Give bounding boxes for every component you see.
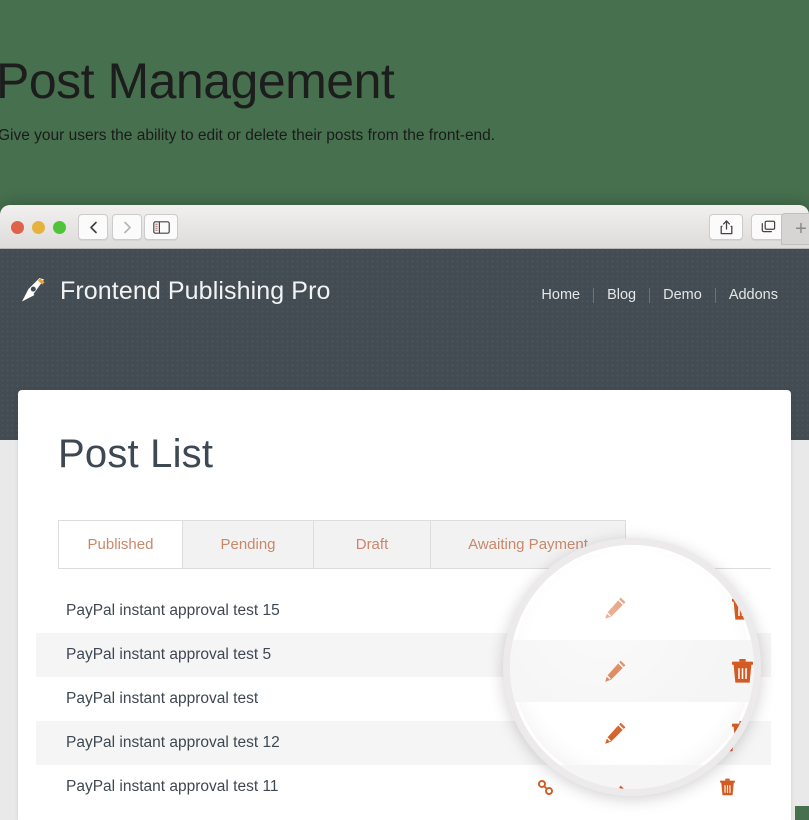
site-brand[interactable]: Frontend Publishing Pro: [18, 276, 331, 306]
sidebar-toggle-icon: [152, 220, 170, 234]
magnifier-loupe[interactable]: [503, 538, 761, 796]
promo-banner: Post Management Give your users the abil…: [0, 0, 809, 198]
new-tab-button[interactable]: +: [781, 213, 809, 245]
share-button[interactable]: [709, 214, 743, 240]
tab-overview-button[interactable]: [751, 214, 785, 240]
magnified-edit-button[interactable]: [601, 658, 628, 685]
post-list-heading: Post List: [58, 432, 214, 476]
chevron-right-icon: [123, 221, 131, 233]
brand-name: Frontend Publishing Pro: [60, 276, 331, 305]
magnified-row: [510, 578, 754, 640]
zoom-window-button[interactable]: [53, 221, 66, 234]
page-title: Post Management: [0, 53, 395, 109]
forward-button[interactable]: [112, 214, 142, 240]
close-window-button[interactable]: [11, 221, 24, 234]
magnified-edit-button[interactable]: [601, 720, 628, 747]
magnified-content: [510, 545, 754, 789]
background-corner: [795, 806, 809, 820]
pencil-icon: [605, 722, 626, 744]
pen-nib-icon: [22, 278, 45, 302]
tab-overview-icon: [761, 220, 775, 233]
site-header: Frontend Publishing Pro Home Blog Demo A…: [0, 249, 809, 348]
magnified-delete-button[interactable]: [729, 658, 754, 685]
tab-draft[interactable]: Draft: [314, 520, 431, 569]
nav-link-addons[interactable]: Addons: [716, 287, 791, 303]
nav-link-blog[interactable]: Blog: [594, 287, 649, 303]
sidebar-toggle-button[interactable]: [144, 214, 178, 240]
pencil-icon: [605, 597, 626, 620]
nav-link-home[interactable]: Home: [528, 287, 593, 303]
minimize-window-button[interactable]: [32, 221, 45, 234]
back-button[interactable]: [78, 214, 108, 240]
chevron-left-icon: [89, 221, 97, 233]
browser-titlebar: +: [0, 205, 809, 249]
tab-published[interactable]: Published: [58, 520, 183, 569]
tab-pending[interactable]: Pending: [183, 520, 314, 569]
magnified-edit-button[interactable]: [601, 595, 628, 622]
magnified-row: [510, 640, 754, 703]
page-subtitle: Give your users the ability to edit or d…: [0, 127, 496, 144]
trash-icon: [732, 721, 754, 745]
site-nav: Home Blog Demo Addons: [528, 287, 791, 303]
trash-icon: [732, 658, 754, 683]
magnified-delete-button[interactable]: [729, 720, 754, 747]
magnified-delete-button[interactable]: [729, 595, 754, 622]
window-controls: [11, 221, 66, 234]
share-icon: [720, 219, 732, 234]
trash-icon: [732, 596, 754, 620]
toolbar-right-buttons: [709, 214, 785, 240]
pencil-icon: [605, 660, 626, 682]
magnified-row: [510, 703, 754, 765]
nav-link-demo[interactable]: Demo: [650, 287, 715, 303]
navigation-buttons: [78, 214, 142, 240]
